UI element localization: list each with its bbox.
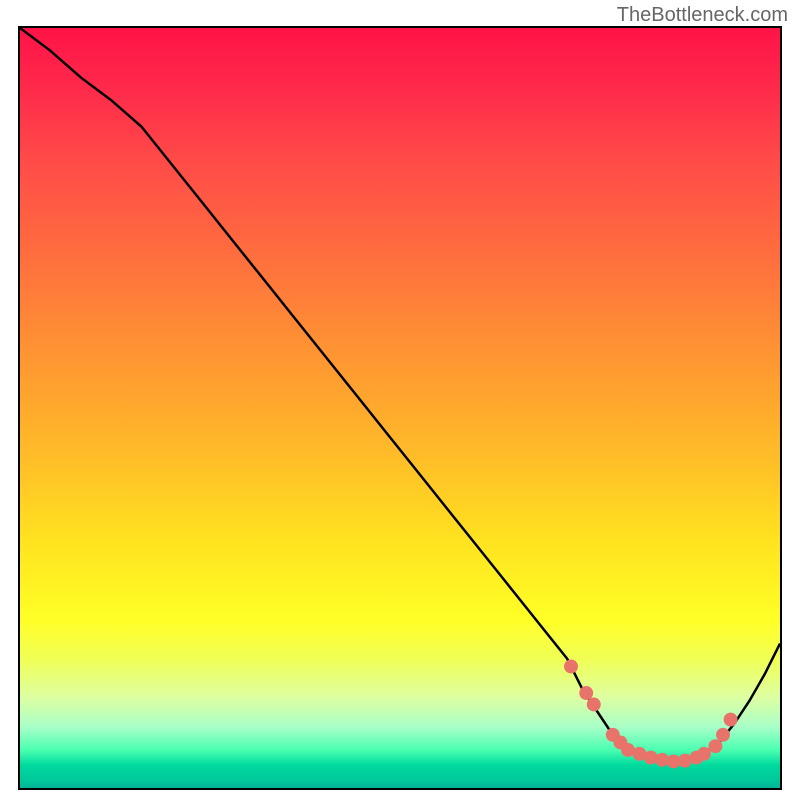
chart-svg — [20, 28, 780, 788]
data-dot — [708, 739, 722, 753]
dots-group — [564, 659, 737, 768]
data-dot — [564, 659, 578, 673]
curve-line — [20, 28, 780, 763]
data-dot — [697, 747, 711, 761]
data-dot — [579, 686, 593, 700]
data-dot — [724, 713, 738, 727]
data-dot — [716, 728, 730, 742]
watermark-text: TheBottleneck.com — [617, 4, 788, 27]
plot-area — [18, 26, 782, 790]
data-dot — [587, 697, 601, 711]
